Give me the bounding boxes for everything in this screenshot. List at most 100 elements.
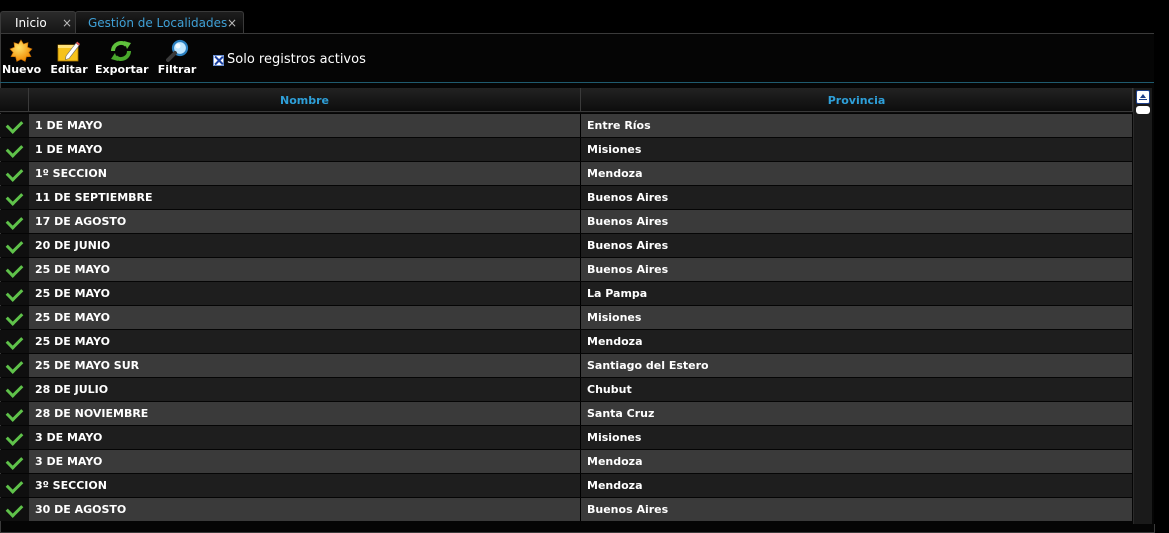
cell-nombre[interactable]: 28 DE JULIO — [29, 378, 580, 401]
cell-provincia[interactable]: Misiones — [581, 426, 1132, 449]
cell-provincia[interactable]: Santa Cruz — [581, 402, 1132, 425]
tab-inicio[interactable]: Inicio × — [0, 11, 76, 34]
active-check-icon — [5, 308, 24, 326]
table-row[interactable]: 3 DE MAYO Misiones — [0, 426, 1133, 449]
active-check-icon — [5, 260, 24, 278]
table-row[interactable]: 3º SECCION Mendoza — [0, 474, 1133, 497]
checkbox-checked-icon[interactable] — [213, 55, 224, 66]
active-check-icon — [5, 356, 24, 374]
table-row[interactable]: 1º SECCION Mendoza — [0, 162, 1133, 185]
header-nombre[interactable]: Nombre — [29, 88, 581, 112]
cell-nombre[interactable]: 17 DE AGOSTO — [29, 210, 580, 233]
cell-nombre[interactable]: 20 DE JUNIO — [29, 234, 580, 257]
active-check-icon — [5, 500, 24, 518]
cell-provincia[interactable]: Buenos Aires — [581, 210, 1132, 233]
exportar-button[interactable]: Exportar — [95, 34, 149, 80]
cell-provincia[interactable]: Mendoza — [581, 474, 1132, 497]
cell-provincia[interactable]: Buenos Aires — [581, 234, 1132, 257]
tab-bar: Inicio × Gestión de Localidades × — [0, 0, 1169, 34]
row-status-cell — [0, 378, 29, 401]
new-star-icon — [9, 39, 33, 62]
row-status-cell — [0, 402, 29, 425]
table-row[interactable]: 1 DE MAYO Entre Ríos — [0, 114, 1133, 137]
row-status-cell — [0, 426, 29, 449]
table-row[interactable]: 1 DE MAYO Misiones — [0, 138, 1133, 161]
edit-pencil-icon — [57, 41, 80, 62]
cell-provincia[interactable]: Mendoza — [581, 450, 1132, 473]
cell-nombre[interactable]: 1 DE MAYO — [29, 138, 580, 161]
cell-provincia[interactable]: Misiones — [581, 138, 1132, 161]
cell-nombre[interactable]: 1º SECCION — [29, 162, 580, 185]
cell-nombre[interactable]: 30 DE AGOSTO — [29, 498, 580, 521]
cell-nombre[interactable]: 3 DE MAYO — [29, 450, 580, 473]
cell-provincia[interactable]: Buenos Aires — [581, 258, 1132, 281]
nuevo-label: Nuevo — [2, 63, 42, 76]
cell-provincia[interactable]: Misiones — [581, 306, 1132, 329]
exportar-label: Exportar — [95, 63, 149, 76]
table-row[interactable]: 25 DE MAYO La Pampa — [0, 282, 1133, 305]
cell-provincia[interactable]: Mendoza — [581, 330, 1132, 353]
checkbox-label: Solo registros activos — [227, 52, 366, 67]
scroll-thumb[interactable] — [1136, 106, 1150, 114]
row-status-cell — [0, 474, 29, 497]
cell-provincia[interactable]: Entre Ríos — [581, 114, 1132, 137]
table-row[interactable]: 25 DE MAYO SUR Santiago del Estero — [0, 354, 1133, 377]
active-check-icon — [5, 476, 24, 494]
vertical-scrollbar[interactable] — [1133, 88, 1152, 524]
row-status-cell — [0, 162, 29, 185]
table-row[interactable]: 28 DE JULIO Chubut — [0, 378, 1133, 401]
cell-provincia[interactable]: Santiago del Estero — [581, 354, 1132, 377]
cell-nombre[interactable]: 3 DE MAYO — [29, 426, 580, 449]
cell-nombre[interactable]: 25 DE MAYO — [29, 258, 580, 281]
table-row[interactable]: 30 DE AGOSTO Buenos Aires — [0, 498, 1133, 521]
active-check-icon — [5, 116, 24, 134]
close-icon[interactable]: × — [62, 12, 72, 34]
table-row[interactable]: 11 DE SEPTIEMBRE Buenos Aires — [0, 186, 1133, 209]
toolbar: Nuevo Editar Exportar Filtrar Solo regis… — [0, 34, 1154, 82]
table-row[interactable]: 3 DE MAYO Mendoza — [0, 450, 1133, 473]
tab-label: Inicio — [15, 16, 47, 30]
cell-nombre[interactable]: 25 DE MAYO — [29, 306, 580, 329]
cell-nombre[interactable]: 25 DE MAYO SUR — [29, 354, 580, 377]
active-check-icon — [5, 332, 24, 350]
tab-gestion-localidades[interactable]: Gestión de Localidades × — [75, 11, 244, 34]
filtrar-button[interactable]: Filtrar — [156, 34, 198, 80]
cell-provincia[interactable]: Buenos Aires — [581, 186, 1132, 209]
cell-nombre[interactable]: 1 DE MAYO — [29, 114, 580, 137]
cell-provincia[interactable]: Chubut — [581, 378, 1132, 401]
row-status-cell — [0, 450, 29, 473]
cell-provincia[interactable]: Mendoza — [581, 162, 1132, 185]
row-status-cell — [0, 498, 29, 521]
nuevo-button[interactable]: Nuevo — [2, 34, 42, 80]
grid-header: Nombre Provincia — [0, 88, 1133, 113]
table-row[interactable]: 25 DE MAYO Buenos Aires — [0, 258, 1133, 281]
table-row[interactable]: 20 DE JUNIO Buenos Aires — [0, 234, 1133, 257]
search-magnifier-icon — [166, 39, 189, 62]
window-edge — [1154, 0, 1169, 524]
cell-nombre[interactable]: 25 DE MAYO — [29, 330, 580, 353]
table-row[interactable]: 25 DE MAYO Mendoza — [0, 330, 1133, 353]
cell-provincia[interactable]: La Pampa — [581, 282, 1132, 305]
row-status-cell — [0, 330, 29, 353]
table-row[interactable]: 17 DE AGOSTO Buenos Aires — [0, 210, 1133, 233]
close-icon[interactable]: × — [227, 12, 237, 34]
toolbar-divider — [0, 82, 1154, 83]
row-status-cell — [0, 306, 29, 329]
table-row[interactable]: 25 DE MAYO Misiones — [0, 306, 1133, 329]
cell-nombre[interactable]: 3º SECCION — [29, 474, 580, 497]
active-check-icon — [5, 284, 24, 302]
active-check-icon — [5, 212, 24, 230]
row-status-cell — [0, 186, 29, 209]
header-provincia[interactable]: Provincia — [581, 88, 1133, 112]
table-row[interactable]: 28 DE NOVIEMBRE Santa Cruz — [0, 402, 1133, 425]
cell-nombre[interactable]: 11 DE SEPTIEMBRE — [29, 186, 580, 209]
localidades-grid: Nombre Provincia 1 DE MAYO Entre Ríos 1 DE… — [0, 88, 1133, 524]
cell-nombre[interactable]: 25 DE MAYO — [29, 282, 580, 305]
editar-button[interactable]: Editar — [50, 34, 88, 80]
active-check-icon — [5, 236, 24, 254]
row-status-cell — [0, 210, 29, 233]
scroll-up-icon[interactable] — [1136, 90, 1150, 104]
cell-nombre[interactable]: 28 DE NOVIEMBRE — [29, 402, 580, 425]
row-status-cell — [0, 258, 29, 281]
cell-provincia[interactable]: Buenos Aires — [581, 498, 1132, 521]
